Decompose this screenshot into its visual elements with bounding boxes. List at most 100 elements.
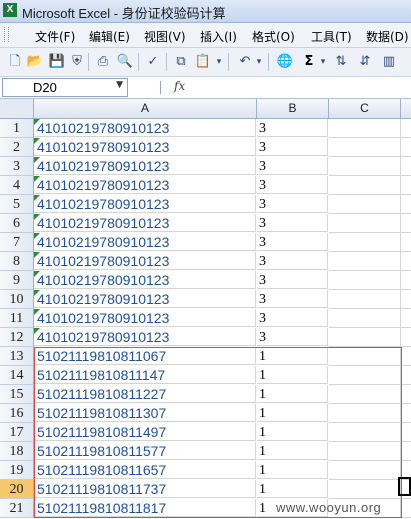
cell-a[interactable]: 41010219780910123 <box>34 157 256 175</box>
cell-d[interactable] <box>401 176 411 195</box>
row-header[interactable]: 11 <box>0 309 34 328</box>
cell-a[interactable]: 41010219780910123 <box>34 119 256 137</box>
print-icon[interactable]: ⎙ <box>94 53 112 71</box>
menu-edit[interactable]: 编辑(E) <box>89 28 130 45</box>
menu-view[interactable]: 视图(V) <box>144 28 186 45</box>
cell-b[interactable]: 1 <box>257 385 328 403</box>
cell-c[interactable] <box>329 233 401 252</box>
cell-a[interactable]: 41010219780910123 <box>34 309 256 327</box>
cell-c[interactable] <box>329 252 401 271</box>
cell-c[interactable] <box>329 214 401 233</box>
cell-c[interactable] <box>329 290 401 309</box>
cell-c[interactable] <box>329 119 401 138</box>
undo-dropdown-icon[interactable]: ▾ <box>254 53 264 71</box>
cell-c[interactable] <box>329 157 401 176</box>
cell-c[interactable] <box>329 195 401 214</box>
row-header[interactable]: 8 <box>0 252 34 271</box>
cell-d[interactable] <box>401 442 411 461</box>
row-header[interactable]: 2 <box>0 138 34 157</box>
cell-d[interactable] <box>401 119 411 138</box>
cell-c[interactable] <box>329 347 401 366</box>
cell-b[interactable]: 3 <box>257 233 328 251</box>
autosum-dropdown-icon[interactable]: ▾ <box>318 53 328 71</box>
cell-b[interactable]: 3 <box>257 214 328 232</box>
row-header[interactable]: 5 <box>0 195 34 214</box>
undo-icon[interactable]: ↶ <box>236 53 254 71</box>
cell-b[interactable]: 3 <box>257 290 328 308</box>
cell-b[interactable]: 3 <box>257 328 328 346</box>
row-header[interactable]: 13 <box>0 347 34 366</box>
fx-icon[interactable]: fx <box>174 79 185 93</box>
cell-c[interactable] <box>329 328 401 347</box>
cell-d[interactable] <box>401 309 411 328</box>
cell-d[interactable] <box>401 423 411 442</box>
cell-c[interactable] <box>329 176 401 195</box>
select-all-corner[interactable] <box>0 99 34 119</box>
permission-icon[interactable]: ⛨ <box>68 53 86 71</box>
cell-a[interactable]: 51021119810811307 <box>34 404 256 422</box>
cell-a[interactable]: 41010219780910123 <box>34 252 256 270</box>
cell-c[interactable] <box>329 138 401 157</box>
cell-a[interactable]: 41010219780910123 <box>34 176 256 194</box>
cell-d[interactable] <box>401 499 411 518</box>
cell-a[interactable]: 51021119810811067 <box>34 347 256 365</box>
cell-c[interactable] <box>329 309 401 328</box>
cell-d[interactable] <box>401 290 411 309</box>
cell-d[interactable] <box>401 233 411 252</box>
active-cell-selection[interactable] <box>398 477 411 496</box>
spelling-icon[interactable]: ✓ <box>144 53 162 71</box>
cell-c[interactable] <box>329 271 401 290</box>
menu-grip-handle[interactable] <box>4 27 9 42</box>
cell-b[interactable]: 1 <box>257 461 328 479</box>
row-header[interactable]: 21 <box>0 499 34 518</box>
cell-c[interactable] <box>329 442 401 461</box>
new-icon[interactable]: 🗋 <box>6 53 24 71</box>
open-icon[interactable]: 📂 <box>26 53 44 71</box>
cell-a[interactable]: 41010219780910123 <box>34 271 256 289</box>
cell-b[interactable]: 1 <box>257 442 328 460</box>
row-header[interactable]: 6 <box>0 214 34 233</box>
cell-c[interactable] <box>329 404 401 423</box>
chevron-down-icon[interactable]: ▼ <box>116 80 123 90</box>
hyperlink-icon[interactable]: 🌐 <box>276 53 294 71</box>
copy-icon[interactable]: ⧉ <box>172 53 190 71</box>
cell-a[interactable]: 51021119810811657 <box>34 461 256 479</box>
menu-data[interactable]: 数据(D) <box>366 28 409 45</box>
row-header[interactable]: 9 <box>0 271 34 290</box>
cell-d[interactable] <box>401 404 411 423</box>
paste-dropdown-icon[interactable]: ▾ <box>214 53 224 71</box>
sort-icon[interactable]: ⇅ <box>332 53 350 71</box>
cell-a[interactable]: 51021119810811147 <box>34 366 256 384</box>
cell-b[interactable]: 3 <box>257 119 328 137</box>
cell-a[interactable]: 41010219780910123 <box>34 138 256 156</box>
cell-a[interactable]: 41010219780910123 <box>34 233 256 251</box>
paste-icon[interactable]: 📋 <box>194 53 212 71</box>
row-header[interactable]: 17 <box>0 423 34 442</box>
row-header[interactable]: 1 <box>0 119 34 138</box>
cell-a[interactable]: 51021119810811737 <box>34 480 256 498</box>
row-header[interactable]: 14 <box>0 366 34 385</box>
cell-a[interactable]: 41010219780910123 <box>34 290 256 308</box>
menu-tools[interactable]: 工具(T) <box>311 28 352 45</box>
cell-c[interactable] <box>329 423 401 442</box>
cell-b[interactable]: 1 <box>257 347 328 365</box>
cell-a[interactable]: 51021119810811817 <box>34 499 256 517</box>
cell-c[interactable] <box>329 461 401 480</box>
column-header-c[interactable]: C <box>329 99 401 119</box>
sort-descending-icon[interactable]: ⇵ <box>356 53 374 71</box>
cell-b[interactable]: 3 <box>257 157 328 175</box>
row-header[interactable]: 16 <box>0 404 34 423</box>
row-header[interactable]: 15 <box>0 385 34 404</box>
cell-b[interactable]: 3 <box>257 138 328 156</box>
row-header[interactable]: 4 <box>0 176 34 195</box>
cell-a[interactable]: 51021119810811227 <box>34 385 256 403</box>
column-header-b[interactable]: B <box>257 99 329 119</box>
menu-insert[interactable]: 插入(I) <box>200 28 237 45</box>
row-header[interactable]: 20 <box>0 480 34 499</box>
cell-b[interactable]: 1 <box>257 366 328 384</box>
row-header[interactable]: 18 <box>0 442 34 461</box>
menu-file[interactable]: 文件(F) <box>35 28 75 45</box>
autosum-icon[interactable]: Σ <box>300 53 318 71</box>
cell-d[interactable] <box>401 271 411 290</box>
cell-d[interactable] <box>401 214 411 233</box>
